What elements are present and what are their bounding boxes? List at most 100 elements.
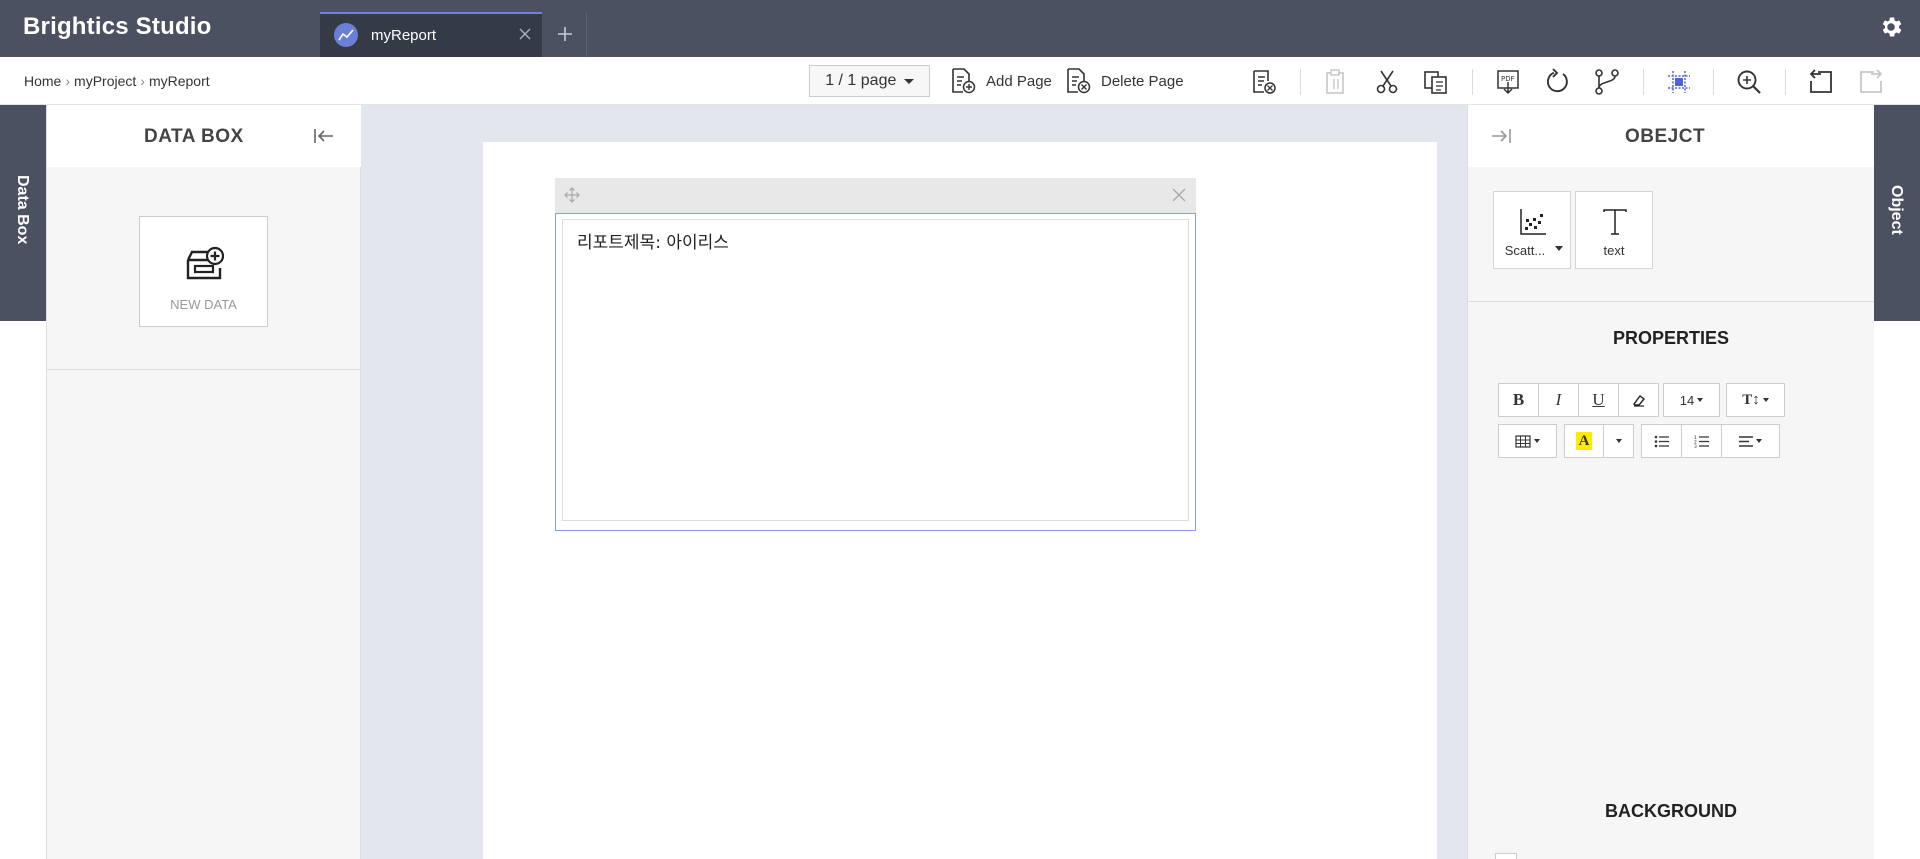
tab-label: myReport (371, 27, 437, 44)
add-page-icon (952, 68, 976, 94)
close-icon[interactable] (518, 27, 532, 46)
properties-title: PROPERTIES (1612, 328, 1730, 348)
data-box-divider (47, 369, 361, 370)
text-object-label: text (1603, 243, 1625, 258)
fit-selection-icon[interactable] (1665, 68, 1693, 96)
tab-myreport[interactable]: myReport (320, 12, 542, 57)
caret-down-icon (1615, 439, 1622, 443)
delete-page-button[interactable]: Delete Page (1065, 67, 1184, 95)
data-box-rail-label: Data Box (14, 175, 31, 245)
add-page-button[interactable]: Add Page (950, 67, 1052, 95)
settings-gear-icon[interactable] (1878, 14, 1904, 45)
collapse-left-icon[interactable] (313, 127, 335, 150)
highlight-color-dropdown[interactable] (1603, 424, 1634, 458)
object-panel: OBEJCT Scatt... text PROPERTIES B I U 14… (1467, 105, 1874, 859)
scatter-object-label: Scatt... (1504, 243, 1546, 258)
numbered-list-button[interactable]: 123 (1681, 424, 1722, 458)
text-icon (1603, 209, 1627, 235)
data-box-title: DATA BOX (144, 126, 244, 147)
breadcrumb: Home › myProject › myReport (24, 73, 210, 89)
refresh-icon[interactable] (1543, 68, 1571, 96)
text-height-icon: T↕ (1742, 391, 1760, 408)
object-panel-title: OBEJCT (1625, 126, 1706, 147)
toolbar-divider (1785, 69, 1786, 95)
background-title: BACKGROUND (1605, 801, 1737, 821)
caret-down-icon (1756, 439, 1762, 443)
bullet-list-button[interactable] (1641, 424, 1682, 458)
caret-down-icon (1762, 398, 1769, 402)
chevron-right-icon: › (140, 73, 145, 89)
data-box-header: DATA BOX (47, 105, 361, 167)
new-data-button[interactable]: NEW DATA (139, 216, 268, 327)
copy-icon[interactable] (1422, 68, 1450, 96)
top-bar: Brightics Studio myReport (0, 0, 1920, 57)
eraser-button[interactable] (1618, 383, 1659, 417)
breadcrumb-project[interactable]: myProject (74, 73, 136, 89)
report-page[interactable]: 리포트제목: 아이리스 (483, 142, 1437, 859)
delete-object-icon[interactable] (1250, 68, 1278, 96)
svg-text:PDF: PDF (1501, 75, 1515, 83)
scatter-chart-icon (1520, 209, 1546, 235)
caret-down-icon (1697, 398, 1704, 402)
table-button[interactable] (1498, 424, 1557, 458)
move-handle-icon[interactable] (564, 187, 580, 208)
breadcrumb-report[interactable]: myReport (149, 73, 210, 89)
caret-down-icon (903, 79, 914, 84)
redo-icon[interactable] (1857, 68, 1885, 96)
branch-icon[interactable] (1593, 68, 1621, 96)
undo-icon[interactable] (1807, 68, 1835, 96)
highlight-color-icon: A (1575, 432, 1593, 450)
add-database-icon (186, 246, 225, 280)
eraser-icon (1632, 395, 1645, 407)
app-brand: Brightics Studio (23, 13, 212, 40)
text-height-select[interactable]: T↕ (1726, 383, 1785, 417)
data-box-rail[interactable]: Data Box (0, 105, 46, 321)
bold-button[interactable]: B (1498, 383, 1539, 417)
align-select[interactable] (1721, 424, 1780, 458)
numbered-list-icon: 123 (1694, 435, 1709, 448)
bullet-list-icon (1654, 435, 1669, 447)
page-select-value: 1 / 1 page (825, 72, 897, 89)
background-checkbox[interactable] (1495, 853, 1517, 859)
zoom-in-icon[interactable] (1735, 68, 1763, 96)
object-rail[interactable]: Object (1874, 105, 1920, 321)
add-tab-button[interactable] (542, 12, 587, 57)
align-left-icon (1739, 435, 1753, 447)
report-chart-icon (334, 23, 358, 47)
text-object[interactable]: 리포트제목: 아이리스 (555, 178, 1196, 531)
report-canvas: 리포트제목: 아이리스 (361, 105, 1467, 859)
font-size-select[interactable]: 14 (1663, 383, 1720, 417)
export-pdf-icon[interactable]: PDF (1494, 68, 1522, 96)
delete-page-icon (1067, 68, 1091, 94)
toolbar: Home › myProject › myReport 1 / 1 page Add P… (0, 57, 1920, 105)
toolbar-divider (1472, 69, 1473, 95)
underline-button[interactable]: U (1578, 383, 1619, 417)
delete-page-label: Delete Page (1101, 72, 1184, 90)
scatter-object-button[interactable]: Scatt... (1493, 191, 1571, 269)
data-box-panel: DATA BOX NEW DATA (46, 105, 361, 859)
close-icon[interactable] (1171, 187, 1187, 208)
text-object-header[interactable] (555, 178, 1196, 213)
object-panel-divider (1468, 301, 1874, 302)
breadcrumb-home[interactable]: Home (24, 73, 61, 89)
font-size-value: 14 (1679, 392, 1695, 408)
caret-down-icon[interactable] (1555, 246, 1563, 251)
object-rail-label: Object (1888, 185, 1905, 235)
toolbar-divider (1300, 69, 1301, 95)
page-select[interactable]: 1 / 1 page (809, 65, 930, 97)
text-object-button[interactable]: text (1575, 191, 1653, 269)
table-icon (1515, 434, 1531, 448)
toolbar-divider (1643, 69, 1644, 95)
text-object-content[interactable]: 리포트제목: 아이리스 (577, 228, 729, 253)
cut-scissors-icon[interactable] (1373, 68, 1401, 96)
toolbar-divider (1713, 69, 1714, 95)
paste-icon[interactable] (1322, 68, 1350, 96)
object-panel-header: OBEJCT (1468, 105, 1874, 167)
text-editor[interactable]: 리포트제목: 아이리스 (562, 219, 1189, 521)
text-object-body[interactable]: 리포트제목: 아이리스 (555, 213, 1196, 531)
highlight-color-button[interactable]: A (1564, 424, 1604, 458)
plus-icon (558, 27, 572, 41)
svg-text:3: 3 (1694, 444, 1697, 448)
italic-button[interactable]: I (1538, 383, 1579, 417)
collapse-right-icon[interactable] (1490, 127, 1512, 150)
